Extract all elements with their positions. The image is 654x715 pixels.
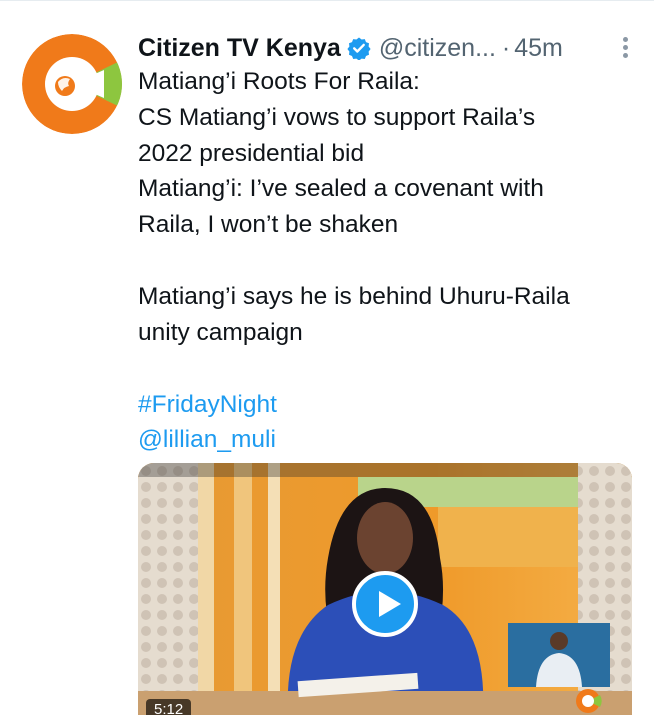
separator-dot: · — [501, 33, 511, 62]
mention-link[interactable]: @lillian_muli — [138, 426, 276, 453]
tweet-text-line: unity campaign — [138, 318, 303, 346]
tweet-text-line: 2022 presidential bid — [138, 139, 365, 167]
citizen-tv-logo-icon — [22, 34, 122, 134]
tweet-text-line: Matiang’i: I’ve sealed a covenant with — [138, 175, 544, 203]
channel-logo-icon — [576, 689, 602, 713]
video-duration: 5:12 — [146, 699, 192, 715]
tweet-text-line: CS Matiang’i vows to support Raila’s — [138, 103, 536, 131]
tweet-header: Citizen TV Kenya @citizen... · 45m — [138, 30, 638, 66]
play-icon[interactable] — [352, 571, 418, 637]
author-name[interactable]: Citizen TV Kenya — [138, 34, 341, 63]
hashtag-link[interactable]: #FridayNight — [138, 391, 277, 418]
top-divider — [0, 0, 654, 1]
avatar[interactable] — [22, 34, 122, 134]
tweet-body: Matiang’i Roots For Raila: CS Matiang’i … — [138, 64, 638, 458]
sign-language-inset — [508, 623, 610, 687]
more-vertical-icon[interactable] — [620, 34, 630, 62]
tweet-text-line: Matiang’i says he is behind Uhuru-Raila — [138, 282, 570, 310]
tweet-text-line: Raila, I won’t be shaken — [138, 211, 399, 239]
tweet-text-line: Matiang’i Roots For Raila: — [138, 68, 420, 95]
author-handle[interactable]: @citizen... — [379, 34, 496, 63]
video-player[interactable]: 5:12 — [138, 463, 632, 715]
verified-badge-icon — [347, 37, 371, 60]
tweet-timestamp[interactable]: 45m — [514, 34, 563, 63]
